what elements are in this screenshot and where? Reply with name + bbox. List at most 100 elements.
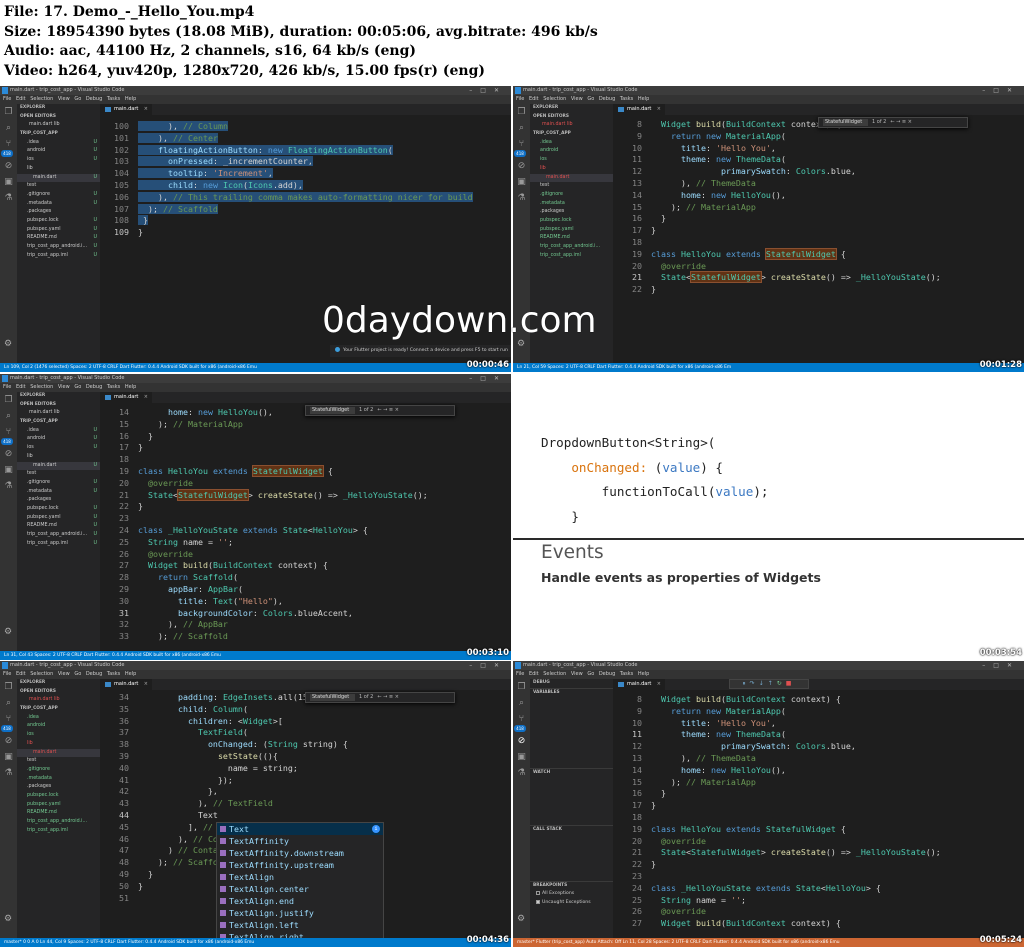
- code-line[interactable]: class _HelloYouState extends State<Hello…: [651, 883, 881, 893]
- code-line[interactable]: @override: [138, 478, 193, 488]
- tree-item-lock[interactable]: pubspec.lock: [17, 792, 100, 801]
- code-line[interactable]: onChanged: (String string) {: [138, 739, 348, 749]
- code-line[interactable]: Widget build(BuildContext context) {: [138, 560, 328, 570]
- code-line[interactable]: onPressed: _incrementCounter,: [138, 156, 313, 167]
- open-editors-header[interactable]: OPEN EDITORS: [17, 401, 100, 410]
- tree-item-ios[interactable]: ios U: [17, 444, 100, 453]
- code-line[interactable]: @override: [651, 836, 706, 846]
- search-icon[interactable]: ⌕: [4, 412, 13, 421]
- debug-icon[interactable]: ⊘: [4, 162, 13, 171]
- code-line[interactable]: return new MaterialApp(: [651, 706, 786, 716]
- tree-item-lock[interactable]: pubspec.lock U: [17, 217, 100, 226]
- watch-section[interactable]: WATCH: [530, 768, 613, 776]
- code-line[interactable]: Widget build(BuildContext context) {: [651, 694, 841, 704]
- window-controls[interactable]: –□✕: [982, 661, 1020, 670]
- code-line[interactable]: appBar: AppBar(: [138, 584, 243, 594]
- debug-icon[interactable]: ⊘: [4, 737, 13, 746]
- open-editor-item[interactable]: main.dart lib: [17, 409, 100, 418]
- tab-main-dart[interactable]: main.dart ×: [100, 679, 152, 690]
- code-line[interactable]: theme: new ThemeData(: [651, 729, 786, 739]
- code-line[interactable]: setState((){: [138, 751, 278, 761]
- tree-item-yaml[interactable]: pubspec.yaml U: [17, 514, 100, 523]
- tree-item-ios[interactable]: ios: [530, 156, 613, 165]
- debug-icon[interactable]: ⊘: [4, 450, 13, 459]
- code-line[interactable]: floatingActionButton: new FloatingAction…: [138, 144, 393, 155]
- code-line[interactable]: }: [651, 225, 656, 235]
- menu-bar[interactable]: File Edit Selection View Go Debug Tasks …: [0, 670, 511, 679]
- code-line[interactable]: ), // Center: [138, 132, 218, 143]
- code-line[interactable]: child: Column(: [138, 704, 248, 714]
- code-line[interactable]: ), // Column: [138, 121, 228, 131]
- extensions-icon[interactable]: ▣: [4, 753, 13, 762]
- flask-icon[interactable]: ⚗: [4, 769, 13, 778]
- code-line[interactable]: }: [138, 215, 148, 226]
- variables-section[interactable]: VARIABLES: [530, 688, 613, 696]
- window-controls[interactable]: –□✕: [982, 86, 1020, 95]
- close-icon[interactable]: ×: [144, 392, 148, 403]
- close-icon[interactable]: ×: [657, 679, 661, 690]
- code-line[interactable]: }: [651, 800, 656, 810]
- code-line[interactable]: }: [138, 431, 153, 441]
- tree-item-yaml[interactable]: pubspec.yaml: [530, 226, 613, 235]
- all-exceptions-checkbox[interactable]: All Exceptions: [536, 890, 574, 898]
- code-line[interactable]: ), // Co: [138, 834, 218, 844]
- code-line[interactable]: ); // MaterialApp: [651, 202, 756, 212]
- debug-icon[interactable]: ⊘: [517, 162, 526, 171]
- code-line[interactable]: });: [138, 775, 233, 785]
- tree-item-iml-android[interactable]: trip_cost_app_android.i...: [530, 243, 613, 252]
- find-widget[interactable]: StatefulWidget 1 of 2 ← → ≡ ×: [305, 692, 455, 703]
- extensions-icon[interactable]: ▣: [4, 178, 13, 187]
- code-line[interactable]: title: 'Hello You',: [651, 718, 776, 728]
- files-icon[interactable]: ❐: [517, 108, 526, 117]
- tab-main-dart[interactable]: main.dart ×: [100, 104, 152, 115]
- tree-item-yaml[interactable]: pubspec.yaml U: [17, 226, 100, 235]
- code-line[interactable]: class _HelloYouState extends State<Hello…: [138, 525, 368, 535]
- code-line[interactable]: @override: [138, 549, 193, 559]
- code-line[interactable]: title: 'Hello You',: [651, 143, 776, 153]
- tree-item-iml[interactable]: trip_cost_app.iml U: [17, 540, 100, 549]
- extensions-icon[interactable]: ▣: [517, 753, 526, 762]
- tree-item-lib[interactable]: lib: [17, 165, 100, 174]
- code-line[interactable]: children: <Widget>[: [138, 716, 283, 726]
- find-input[interactable]: StatefulWidget: [310, 694, 355, 701]
- find-nav-icons[interactable]: ← → ≡ ×: [890, 119, 912, 125]
- open-editor-item[interactable]: main.dart lib: [17, 696, 100, 705]
- source-control-icon[interactable]: ⑂: [517, 715, 526, 724]
- code-line[interactable]: primarySwatch: Colors.blue,: [651, 166, 856, 176]
- source-control-icon[interactable]: ⑂: [4, 428, 13, 437]
- code-editor[interactable]: 8 Widget build(BuildContext context) {9 …: [613, 690, 1024, 938]
- code-line[interactable]: ), // This trailing comma makes auto-for…: [138, 191, 473, 202]
- code-line[interactable]: home: new HelloYou(),: [651, 190, 786, 200]
- menu-bar[interactable]: File Edit Selection View Go Debug Tasks …: [0, 383, 511, 392]
- flask-icon[interactable]: ⚗: [4, 482, 13, 491]
- code-line[interactable]: return Scaffold(: [138, 572, 238, 582]
- tree-item-main[interactable]: main.dart U: [17, 461, 100, 471]
- tree-item-android[interactable]: android U: [17, 147, 100, 156]
- tree-item-iml[interactable]: trip_cost_app.iml: [530, 252, 613, 261]
- gear-icon[interactable]: ⚙: [4, 627, 12, 637]
- search-icon[interactable]: ⌕: [517, 699, 526, 708]
- tree-item-test[interactable]: test: [530, 182, 613, 191]
- code-line[interactable]: }: [138, 501, 143, 511]
- find-widget[interactable]: StatefulWidget 1 of 2 ← → ≡ ×: [818, 117, 968, 128]
- find-nav-icons[interactable]: ← → ≡ ×: [377, 694, 399, 700]
- code-line[interactable]: child: new Icon(Icons.add),: [138, 180, 303, 190]
- tree-item-iml-android[interactable]: trip_cost_app_android.i...: [17, 818, 100, 827]
- autocomplete-list[interactable]: Text i TextAffinity TextAffinity.downstream…: [216, 822, 384, 947]
- files-icon[interactable]: ❐: [4, 108, 13, 117]
- code-line[interactable]: }: [651, 859, 656, 869]
- tree-item-lib[interactable]: lib: [17, 453, 100, 462]
- code-line[interactable]: String name = '';: [651, 895, 746, 905]
- tree-item-iml[interactable]: trip_cost_app.iml U: [17, 252, 100, 261]
- flask-icon[interactable]: ⚗: [517, 194, 526, 203]
- close-icon[interactable]: ×: [657, 104, 661, 115]
- code-line[interactable]: home: new HelloYou(),: [651, 765, 786, 775]
- menu-bar[interactable]: File Edit Selection View Go Debug Tasks …: [0, 95, 511, 104]
- tree-item-main[interactable]: main.dart U: [17, 173, 100, 183]
- find-widget[interactable]: StatefulWidget 1 of 2 ← → ≡ ×: [305, 405, 455, 416]
- tree-item-readme[interactable]: README.md: [530, 234, 613, 243]
- tree-item-test[interactable]: test: [17, 470, 100, 479]
- code-line[interactable]: Widget build(BuildContext context) {: [651, 918, 841, 928]
- checkbox-box[interactable]: [536, 890, 540, 895]
- tree-item-test[interactable]: test: [17, 757, 100, 766]
